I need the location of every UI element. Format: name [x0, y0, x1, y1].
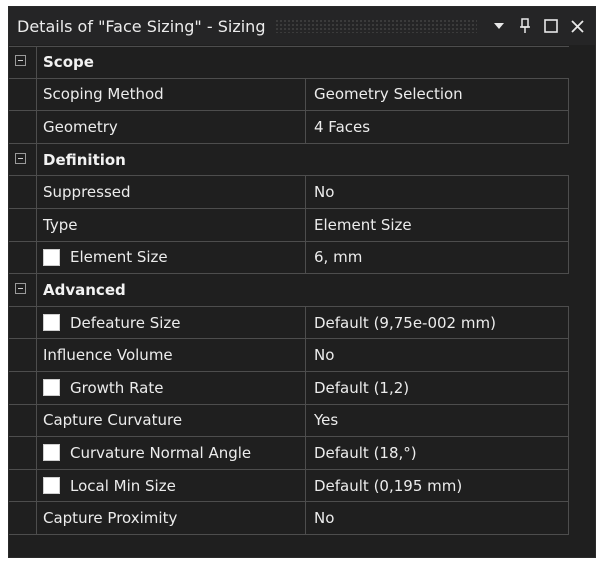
property-value: 6, mm — [314, 248, 363, 267]
property-label: Defeature Size — [70, 313, 181, 332]
property-row[interactable]: Defeature Size Default (9,75e-002 mm) — [9, 306, 569, 340]
panel-title: Details of "Face Sizing" - Sizing — [17, 16, 266, 36]
property-value-cell[interactable]: No — [306, 339, 569, 371]
property-label: Suppressed — [43, 183, 131, 202]
collapse-icon[interactable] — [15, 55, 26, 66]
property-label: Geometry — [43, 117, 118, 136]
property-grid: Scope Scoping Method Geometry Selection Geo… — [9, 46, 569, 535]
property-row[interactable]: Element Size 6, mm — [9, 241, 569, 275]
property-label: Element Size — [70, 248, 168, 267]
property-value-cell[interactable]: Default (9,75e-002 mm) — [306, 306, 569, 339]
property-label: Type — [43, 215, 78, 234]
property-label: Capture Curvature — [43, 411, 183, 430]
row-gutter — [9, 502, 35, 534]
row-gutter — [9, 339, 35, 371]
dropdown-arrow-icon[interactable] — [487, 14, 511, 38]
property-name-cell: Growth Rate — [36, 371, 306, 404]
expander-column — [9, 274, 35, 306]
row-gutter — [9, 209, 35, 241]
property-value-cell[interactable]: Default (18,°) — [306, 437, 569, 469]
property-row[interactable]: Capture Proximity No — [9, 502, 569, 535]
property-row[interactable]: Geometry 4 Faces — [9, 111, 569, 144]
property-value-cell[interactable]: Element Size — [306, 208, 569, 241]
property-name-cell: Local Min Size — [36, 469, 306, 502]
property-value-cell[interactable]: 4 Faces — [306, 111, 569, 143]
parameter-checkbox[interactable] — [43, 314, 60, 332]
property-value-cell[interactable]: No — [306, 176, 569, 208]
property-name-cell: Curvature Normal Angle — [36, 437, 306, 469]
property-value: Default (0,195 mm) — [314, 476, 463, 495]
row-gutter — [9, 405, 35, 437]
property-label: Scoping Method — [43, 85, 164, 104]
property-value: No — [314, 346, 335, 365]
property-name-cell: Geometry — [36, 111, 306, 143]
row-gutter — [9, 176, 35, 208]
close-icon[interactable] — [565, 14, 589, 38]
property-value: No — [314, 509, 335, 528]
property-row[interactable]: Curvature Normal Angle Default (18,°) — [9, 437, 569, 470]
property-row[interactable]: Influence Volume No — [9, 339, 569, 372]
maximize-icon[interactable] — [539, 14, 563, 38]
parameter-checkbox[interactable] — [43, 248, 60, 266]
parameter-checkbox[interactable] — [43, 379, 60, 397]
details-panel: Details of "Face Sizing" - Sizing Scope S… — [8, 6, 596, 558]
property-row[interactable]: Scoping Method Geometry Selection — [9, 78, 569, 112]
property-value-cell[interactable]: Geometry Selection — [306, 78, 569, 111]
panel-titlebar: Details of "Face Sizing" - Sizing — [9, 7, 595, 45]
property-name-cell: Suppressed — [36, 176, 306, 208]
row-gutter — [9, 470, 35, 502]
property-label: Influence Volume — [43, 346, 173, 365]
expander-column — [9, 144, 35, 176]
property-value-cell[interactable]: Yes — [306, 404, 569, 437]
property-row[interactable]: Suppressed No — [9, 176, 569, 209]
property-value: 4 Faces — [314, 117, 371, 136]
property-value: No — [314, 183, 335, 202]
pin-icon[interactable] — [513, 14, 537, 38]
property-row[interactable]: Growth Rate Default (1,2) — [9, 371, 569, 405]
row-gutter — [9, 242, 35, 274]
property-label: Capture Proximity — [43, 509, 178, 528]
property-value-cell[interactable]: Default (1,2) — [306, 371, 569, 404]
property-value-cell[interactable]: 6, mm — [306, 241, 569, 274]
property-name-cell: Type — [36, 208, 306, 241]
property-value: Default (1,2) — [314, 378, 410, 397]
property-row[interactable]: Capture Curvature Yes — [9, 404, 569, 438]
property-row[interactable]: Type Element Size — [9, 208, 569, 242]
row-gutter — [9, 307, 35, 339]
category-label: Definition — [36, 143, 569, 176]
property-name-cell: Capture Curvature — [36, 404, 306, 437]
property-value: Default (9,75e-002 mm) — [314, 313, 496, 332]
parameter-checkbox[interactable] — [43, 477, 60, 495]
property-label: Local Min Size — [70, 476, 176, 495]
category-label: Scope — [36, 46, 569, 78]
property-name-cell: Capture Proximity — [36, 502, 306, 534]
property-label: Growth Rate — [70, 378, 164, 397]
property-name-cell: Influence Volume — [36, 339, 306, 371]
row-gutter — [9, 79, 35, 111]
drag-handle[interactable] — [275, 19, 477, 33]
category-row-scope[interactable]: Scope — [9, 46, 569, 79]
property-row[interactable]: Local Min Size Default (0,195 mm) — [9, 469, 569, 503]
row-gutter — [9, 111, 35, 143]
property-value-cell[interactable]: No — [306, 502, 569, 534]
property-value: Element Size — [314, 215, 412, 234]
property-value: Default (18,°) — [314, 443, 417, 462]
parameter-checkbox[interactable] — [43, 444, 60, 462]
property-name-cell: Element Size — [36, 241, 306, 274]
row-gutter — [9, 372, 35, 404]
expander-column — [9, 46, 35, 78]
collapse-icon[interactable] — [15, 283, 26, 295]
property-label: Curvature Normal Angle — [70, 443, 252, 462]
property-value-cell[interactable]: Default (0,195 mm) — [306, 469, 569, 502]
collapse-icon[interactable] — [15, 152, 26, 164]
category-row-definition[interactable]: Definition — [9, 143, 569, 177]
property-value: Geometry Selection — [314, 85, 463, 104]
category-label: Advanced — [36, 274, 569, 306]
property-value: Yes — [314, 411, 339, 430]
row-gutter — [9, 437, 35, 469]
property-name-cell: Scoping Method — [36, 78, 306, 111]
property-name-cell: Defeature Size — [36, 306, 306, 339]
category-row-advanced[interactable]: Advanced — [9, 274, 569, 307]
